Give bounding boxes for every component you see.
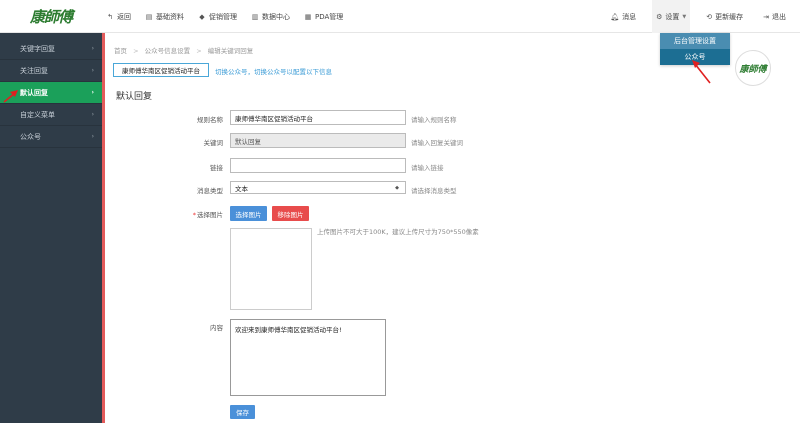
image-preview: [230, 228, 312, 310]
rule-name-hint: 请输入规则名称: [411, 116, 457, 124]
required-marker: *: [192, 211, 196, 219]
sidebar-item-label: 关注回复: [20, 66, 48, 75]
chevron-down-icon: ▼: [682, 13, 687, 20]
remove-image-button[interactable]: 移除图片: [272, 206, 309, 221]
logout-icon: ⇥: [763, 12, 769, 21]
logo-text: 康師傅: [29, 8, 73, 26]
msg-type-hint: 请选择消息类型: [411, 187, 457, 195]
topnav-data-center-label: 数据中心: [262, 12, 290, 21]
breadcrumb: 首页 > 公众号信息设置 > 编辑关键词回复: [114, 45, 253, 55]
msg-type-value: 文本: [235, 184, 248, 193]
sidebar-item-custom-menu[interactable]: 自定义菜单 ›: [0, 104, 102, 126]
sidebar-item-label: 公众号: [20, 132, 41, 141]
image-label: *选择图片: [105, 209, 223, 219]
keyword-input[interactable]: 默认回复: [230, 133, 406, 148]
chevron-right-icon: ›: [91, 133, 94, 140]
topnav-pda-label: PDA管理: [315, 12, 344, 21]
chevron-right-icon: ›: [91, 111, 94, 118]
choose-image-button[interactable]: 选择图片: [230, 206, 267, 221]
msg-type-select[interactable]: 文本 ◆: [230, 181, 406, 194]
top-right-actions: 🔔︎ 消息 ⚙ 设置 ▼ ⟲ 更新缓存 ⇥ 退出: [594, 0, 790, 33]
page-title: 默认回复: [116, 92, 153, 102]
topnav-data-center[interactable]: ▥ 数据中心: [251, 12, 290, 22]
current-account-select[interactable]: 康师傅华南区促销活动平台: [113, 63, 209, 77]
chevron-right-icon: ›: [91, 89, 94, 96]
top-bar: 康師傅 ↰ 返回 ▤ 基础资料 ◆ 促销管理 ▥ 数据中心 ▦ PDA管理 🔔︎…: [0, 0, 800, 33]
chevron-right-icon: ›: [91, 45, 94, 52]
bell-icon: 🔔︎: [610, 12, 620, 21]
keyword-label: 关键词: [203, 139, 224, 147]
refresh-cache-label: 更新缓存: [715, 12, 744, 21]
rule-name-label: 规则名称: [197, 116, 223, 124]
sidebar-item-label: 自定义菜单: [20, 110, 55, 119]
settings-button[interactable]: ⚙ 设置 ▼: [652, 0, 691, 33]
content-label: 内容: [210, 324, 223, 332]
logout-label: 退出: [772, 12, 786, 21]
barcode-icon: ▦: [304, 12, 312, 21]
link-hint: 请输入链接: [411, 164, 444, 172]
messages-label: 消息: [622, 12, 637, 21]
image-hint: 上传图片不可大于100K，建议上传尺寸为750*550像素: [317, 228, 479, 236]
image-label-text: 选择图片: [197, 211, 223, 219]
content-textarea[interactable]: 欢迎来到康师傅华南区促销活动平台!: [230, 319, 386, 396]
refresh-icon: ⟲: [706, 12, 713, 21]
topnav-back-label: 返回: [117, 12, 131, 21]
messages-button[interactable]: 🔔︎ 消息: [606, 0, 640, 33]
tag-icon: ◆: [199, 12, 205, 21]
topnav-basic-data[interactable]: ▤ 基础资料: [145, 12, 184, 22]
breadcrumb-account-settings[interactable]: 公众号信息设置: [145, 47, 191, 55]
topnav-back[interactable]: ↰ 返回: [106, 12, 131, 22]
sidebar-item-keyword-reply[interactable]: 关键字回复 ›: [0, 38, 102, 60]
gear-icon: ⚙: [656, 12, 663, 21]
annotation-arrow-icon: [3, 90, 18, 103]
breadcrumb-home[interactable]: 首页: [114, 47, 127, 55]
brand-logo[interactable]: 康師傅: [0, 0, 102, 33]
bar-chart-icon: ▥: [251, 12, 259, 21]
settings-label: 设置: [665, 12, 680, 21]
link-label: 链接: [210, 164, 223, 172]
sidebar-item-follow-reply[interactable]: 关注回复 ›: [0, 60, 102, 82]
topnav-pda[interactable]: ▦ PDA管理: [304, 12, 344, 22]
sidebar-item-official-account[interactable]: 公众号 ›: [0, 126, 102, 148]
top-nav: ↰ 返回 ▤ 基础资料 ◆ 促销管理 ▥ 数据中心 ▦ PDA管理: [106, 0, 357, 33]
back-arrow-icon: ↰: [107, 12, 113, 21]
topnav-promotion[interactable]: ◆ 促销管理: [198, 12, 237, 22]
link-input[interactable]: [230, 158, 406, 173]
rule-name-input[interactable]: 康师傅华南区促销活动平台: [230, 110, 406, 125]
chevron-down-icon: ◆: [395, 184, 399, 191]
breadcrumb-current: 编辑关键词回复: [207, 47, 254, 55]
logout-button[interactable]: ⇥ 退出: [759, 0, 790, 33]
sidebar-item-label: 关键字回复: [20, 44, 55, 53]
sidebar-item-label: 默认回复: [20, 88, 48, 97]
main-content: 首页 > 公众号信息设置 > 编辑关键词回复 康师傅华南区促销活动平台 切换公众…: [105, 33, 800, 423]
document-icon: ▤: [145, 12, 153, 21]
breadcrumb-separator: >: [196, 47, 202, 55]
keyword-hint: 请输入回复关键词: [411, 139, 463, 147]
refresh-cache-button[interactable]: ⟲ 更新缓存: [702, 0, 747, 33]
topnav-promotion-label: 促销管理: [209, 12, 237, 21]
chevron-right-icon: ›: [91, 67, 94, 74]
topnav-basic-data-label: 基础资料: [156, 12, 184, 21]
save-button[interactable]: 保存: [230, 405, 255, 419]
breadcrumb-separator: >: [133, 47, 139, 55]
msg-type-label: 消息类型: [197, 187, 223, 195]
switch-account-link[interactable]: 切换公众号，切换公众号以配置以下信息: [215, 66, 332, 76]
